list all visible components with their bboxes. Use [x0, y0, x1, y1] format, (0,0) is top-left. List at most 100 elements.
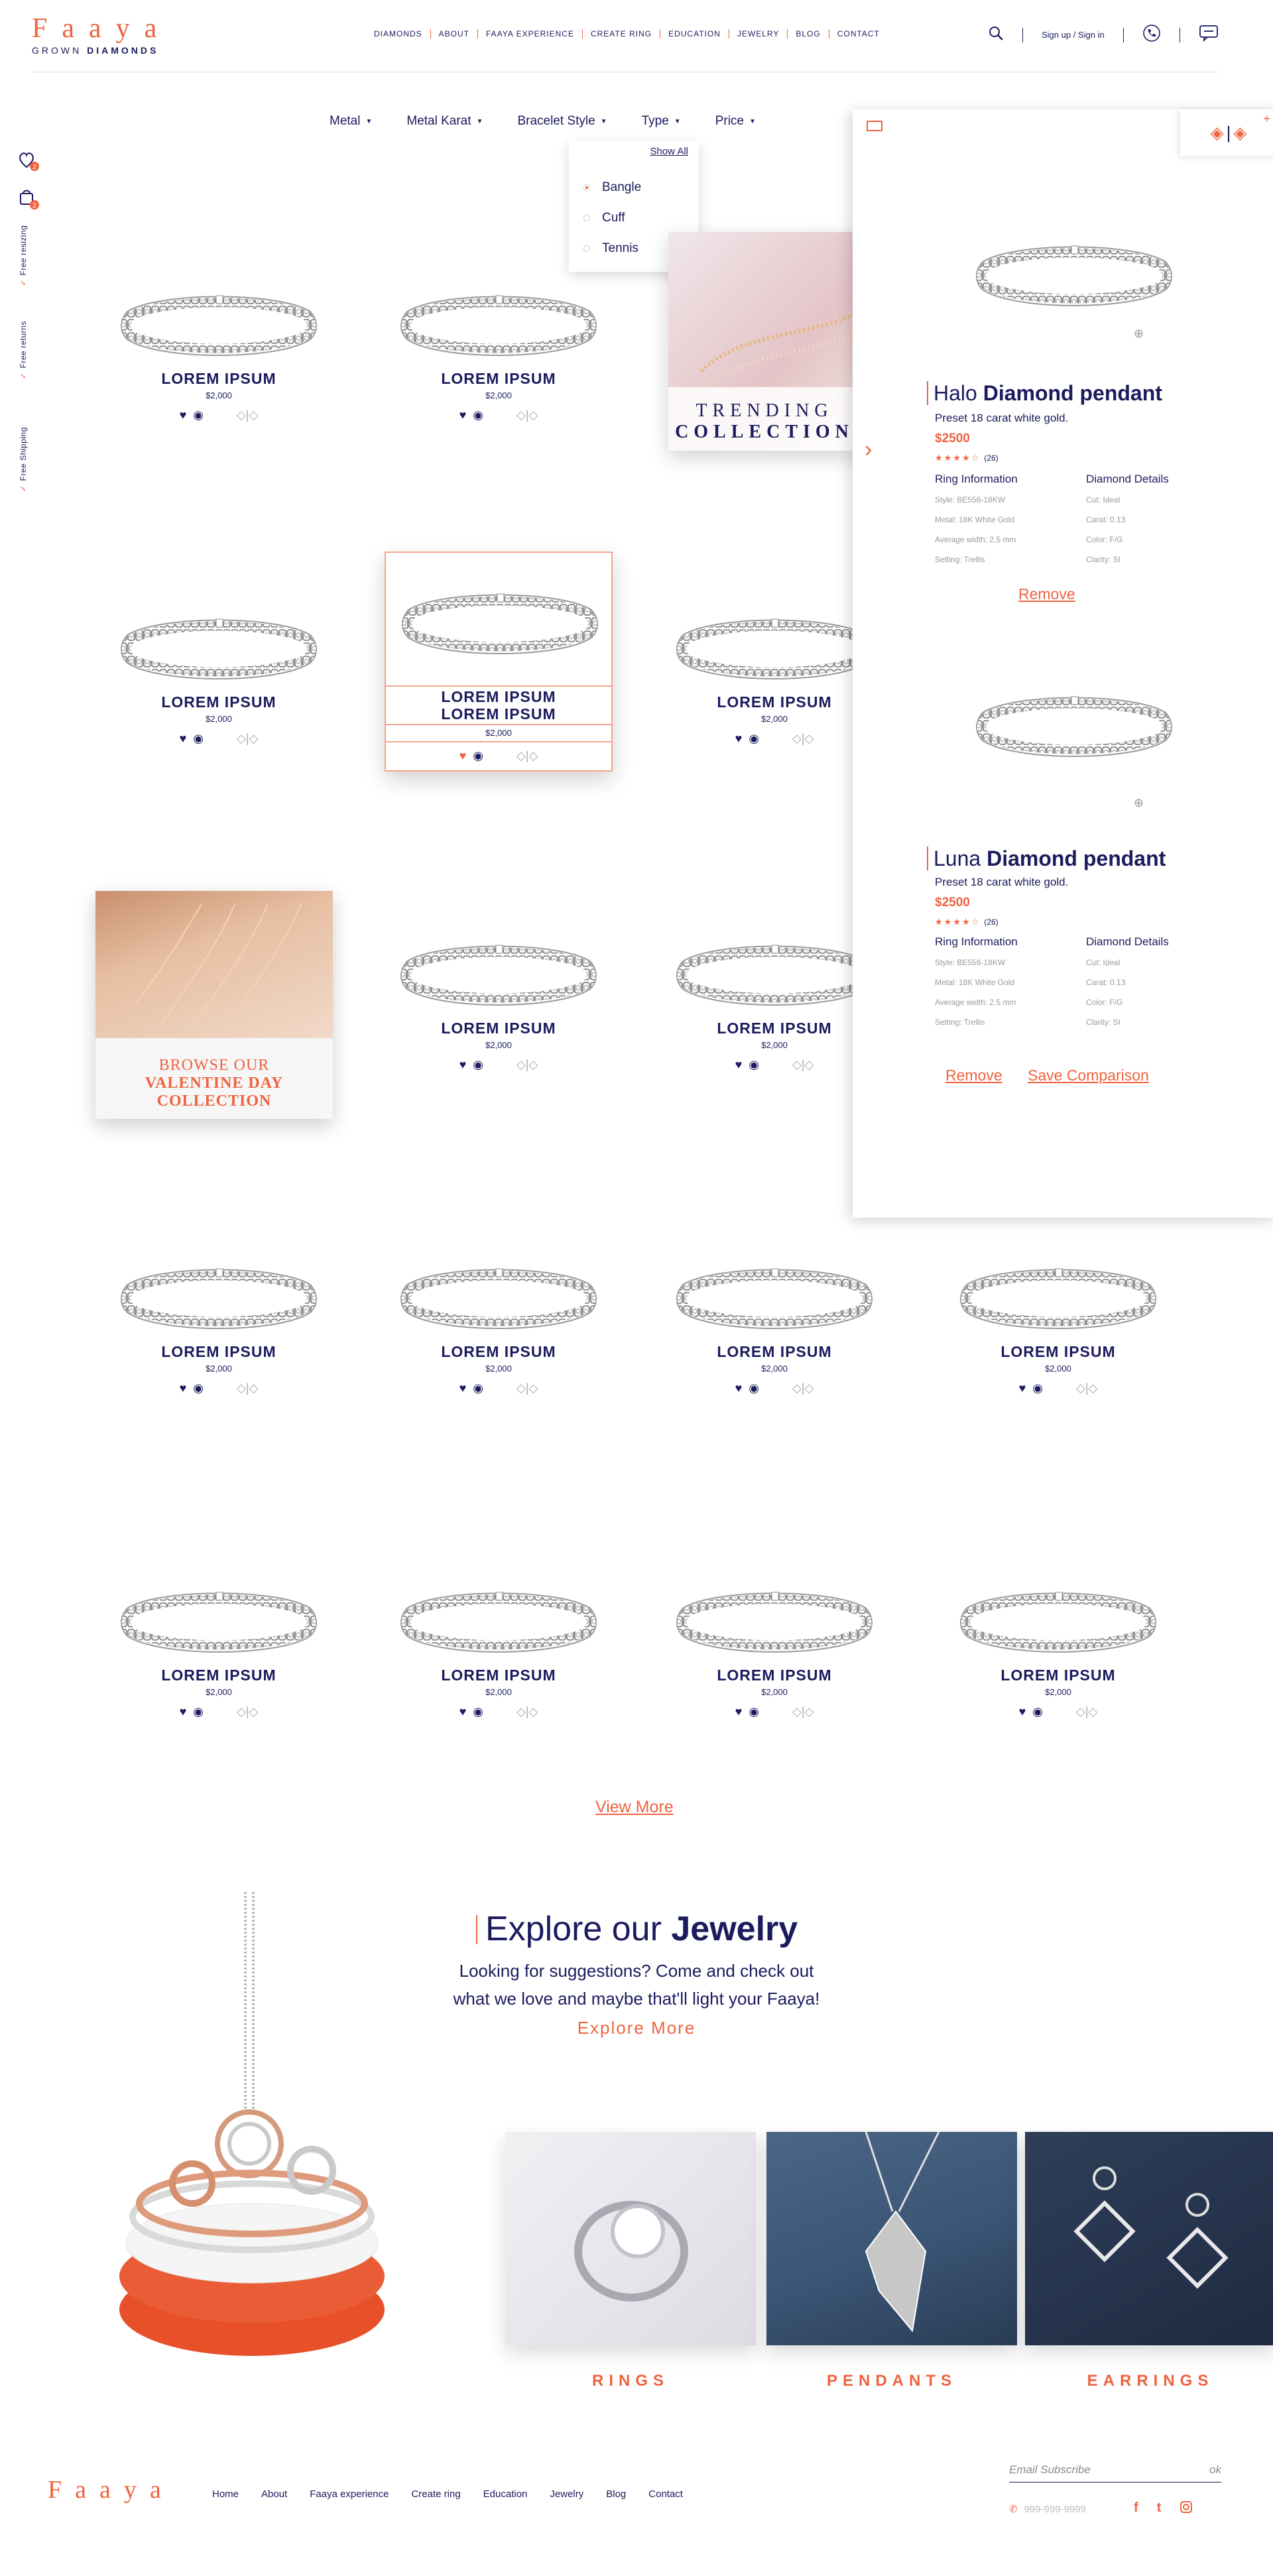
footer-link-home[interactable]: Home [212, 2488, 239, 2500]
footer-link-blog[interactable]: Blog [606, 2488, 626, 2500]
compare-diamond-icon[interactable]: ◇|◇ [516, 408, 538, 422]
quick-view-eye-icon[interactable]: ◉ [749, 1381, 759, 1395]
compare-diamond-icon[interactable]: ◇|◇ [237, 1381, 258, 1395]
quick-view-eye-icon[interactable]: ◉ [1032, 1381, 1043, 1395]
option-tennis[interactable]: Tennis [583, 241, 638, 256]
chevron-right-icon[interactable]: › [865, 437, 872, 463]
quick-view-eye-icon[interactable]: ◉ [473, 1058, 483, 1072]
compare-toggle-icon[interactable]: ◈ | ◈ + [1180, 109, 1273, 156]
wishlist-heart-icon[interactable]: ♥ [459, 749, 467, 763]
product-card[interactable]: LOREM IPSUM $2,000 ♥ ◉ ◇|◇ [675, 941, 874, 1072]
wishlist-heart-icon[interactable]: ♥ [735, 1381, 743, 1395]
compare-diamond-icon[interactable]: ◇|◇ [237, 1705, 258, 1719]
product-card[interactable]: LOREM IPSUM $2,000 ♥ ◉ ◇|◇ [119, 1265, 318, 1395]
wishlist-heart-icon[interactable]: ♥ [459, 408, 467, 422]
quick-view-eye-icon[interactable]: ◉ [193, 1705, 204, 1719]
category-pendants[interactable]: PENDANTS [766, 2131, 1017, 2390]
wishlist-heart-icon[interactable]: ♥ [459, 1058, 467, 1072]
search-icon[interactable] [988, 25, 1004, 44]
quick-view-eye-icon[interactable]: ◉ [749, 1058, 759, 1072]
product-card[interactable]: LOREM IPSUM $2,000 ♥ ◉ ◇|◇ [959, 1265, 1158, 1395]
save-comparison-button[interactable]: Save Comparison [1028, 1067, 1149, 1084]
product-card[interactable]: LOREM IPSUM $2,000 ♥ ◉ ◇|◇ [399, 941, 598, 1072]
wishlist-heart-icon[interactable]: ♥ [1019, 1705, 1026, 1719]
wishlist-heart-icon[interactable]: ♥ [180, 732, 187, 746]
filter-metal[interactable]: Metal ▼ [330, 114, 372, 129]
wishlist-heart-icon[interactable]: ♥ [1019, 1381, 1026, 1395]
hovered-product-card[interactable]: LOREM IPSUM LOREM IPSUM $2,000 ♥ ◉ ◇|◇ [385, 552, 613, 772]
footer-link-contact[interactable]: Contact [648, 2488, 683, 2500]
filter-type[interactable]: Type ▼ [642, 114, 681, 129]
explore-more-link[interactable]: Explore More [438, 2018, 835, 2038]
nav-item-jewelry[interactable]: Jewelry [729, 29, 787, 38]
footer-logo[interactable]: Faaya [48, 2475, 174, 2504]
quick-view-eye-icon[interactable]: ◉ [473, 1705, 483, 1719]
compare-diamond-icon[interactable]: ◇|◇ [792, 1381, 814, 1395]
wishlist-heart-icon[interactable]: ♥ [735, 1705, 743, 1719]
show-all-link[interactable]: Show All [650, 146, 688, 157]
wishlist-heart-icon[interactable]: ♥ [459, 1381, 467, 1395]
instagram-icon[interactable] [1180, 2500, 1193, 2518]
cart-icon[interactable]: 2 [17, 187, 41, 214]
zoom-icon[interactable]: ⊕ [1134, 796, 1144, 810]
product-card[interactable]: LOREM IPSUM $2,000 ♥ ◉ ◇|◇ [399, 1588, 598, 1719]
view-more-button[interactable]: View More [595, 1798, 674, 1817]
wishlist-heart-icon[interactable]: ♥ [180, 1705, 187, 1719]
compare-diamond-icon[interactable]: ◇|◇ [792, 732, 814, 746]
product-card[interactable]: LOREM IPSUM $2,000 ♥ ◉ ◇|◇ [675, 1265, 874, 1395]
remove-button[interactable]: Remove [945, 1067, 1002, 1084]
footer-link-faaya-experience[interactable]: Faaya experience [310, 2488, 389, 2500]
footer-phone[interactable]: ✆ 999-999-9999 [1009, 2503, 1086, 2516]
quick-view-eye-icon[interactable]: ◉ [749, 732, 759, 746]
product-card[interactable]: LOREM IPSUM $2,000 ♥ ◉ ◇|◇ [399, 1265, 598, 1395]
brand-logo[interactable]: Faaya GROWN DIAMONDS [32, 13, 171, 56]
nav-item-contact[interactable]: Contact [829, 29, 888, 38]
compare-diamond-icon[interactable]: ◇|◇ [516, 749, 538, 763]
wishlist-icon[interactable]: 2 [17, 148, 41, 176]
nav-item-create-ring[interactable]: Create ring [583, 29, 660, 38]
product-card[interactable]: LOREM IPSUM $2,000 ♥ ◉ ◇|◇ [675, 615, 874, 746]
category-earrings[interactable]: EARRINGS [1025, 2132, 1273, 2390]
product-card[interactable]: LOREM IPSUM $2,000 ♥ ◉ ◇|◇ [119, 1588, 318, 1719]
filter-bracelet-style[interactable]: Bracelet Style ▼ [517, 114, 607, 129]
nav-item-blog[interactable]: Blog [788, 29, 828, 38]
compare-diamond-icon[interactable]: ◇|◇ [1076, 1705, 1097, 1719]
facebook-icon[interactable]: f [1134, 2500, 1138, 2518]
product-card[interactable]: LOREM IPSUM $2,000 ♥ ◉ ◇|◇ [399, 292, 598, 422]
signin-link[interactable]: Sign up / Sign in [1042, 30, 1105, 40]
compare-diamond-icon[interactable]: ◇|◇ [516, 1705, 538, 1719]
product-card[interactable]: LOREM IPSUM $2,000 ♥ ◉ ◇|◇ [959, 1588, 1158, 1719]
zoom-icon[interactable]: ⊕ [1134, 327, 1144, 341]
nav-item-about[interactable]: About [431, 29, 477, 38]
minimize-icon[interactable] [866, 119, 883, 137]
compare-diamond-icon[interactable]: ◇|◇ [792, 1058, 814, 1072]
filter-metal-karat[interactable]: Metal Karat ▼ [406, 114, 483, 129]
compare-diamond-icon[interactable]: ◇|◇ [792, 1705, 814, 1719]
wishlist-heart-icon[interactable]: ♥ [735, 732, 743, 746]
chat-icon[interactable] [1199, 25, 1219, 45]
product-card[interactable]: LOREM IPSUM $2,000 ♥ ◉ ◇|◇ [119, 615, 318, 746]
nav-item-diamonds[interactable]: Diamonds [366, 29, 430, 38]
compare-diamond-icon[interactable]: ◇|◇ [516, 1381, 538, 1395]
product-card[interactable]: LOREM IPSUM $2,000 ♥ ◉ ◇|◇ [119, 292, 318, 422]
nav-item-education[interactable]: Education [660, 29, 729, 38]
option-cuff[interactable]: Cuff [583, 211, 625, 225]
footer-link-create-ring[interactable]: Create ring [411, 2488, 460, 2500]
trending-collection-banner[interactable]: TRENDING COLLECTION [668, 232, 861, 451]
footer-link-about[interactable]: About [261, 2488, 287, 2500]
product-card[interactable]: LOREM IPSUM $2,000 ♥ ◉ ◇|◇ [675, 1588, 874, 1719]
email-ok-button[interactable]: ok [1209, 2463, 1221, 2477]
quick-view-eye-icon[interactable]: ◉ [749, 1705, 759, 1719]
quick-view-eye-icon[interactable]: ◉ [473, 408, 483, 422]
twitter-icon[interactable]: t [1157, 2500, 1162, 2518]
email-subscribe-field[interactable]: Email Subscribe ok [1009, 2463, 1221, 2483]
wishlist-heart-icon[interactable]: ♥ [459, 1705, 467, 1719]
compare-diamond-icon[interactable]: ◇|◇ [516, 1058, 538, 1072]
filter-price[interactable]: Price ▼ [715, 114, 756, 129]
quick-view-eye-icon[interactable]: ◉ [193, 732, 204, 746]
phone-icon[interactable] [1142, 24, 1161, 46]
wishlist-heart-icon[interactable]: ♥ [180, 1381, 187, 1395]
option-bangle[interactable]: Bangle [583, 180, 641, 195]
nav-item-faaya-experience[interactable]: Faaya experience [478, 29, 582, 38]
wishlist-heart-icon[interactable]: ♥ [180, 408, 187, 422]
